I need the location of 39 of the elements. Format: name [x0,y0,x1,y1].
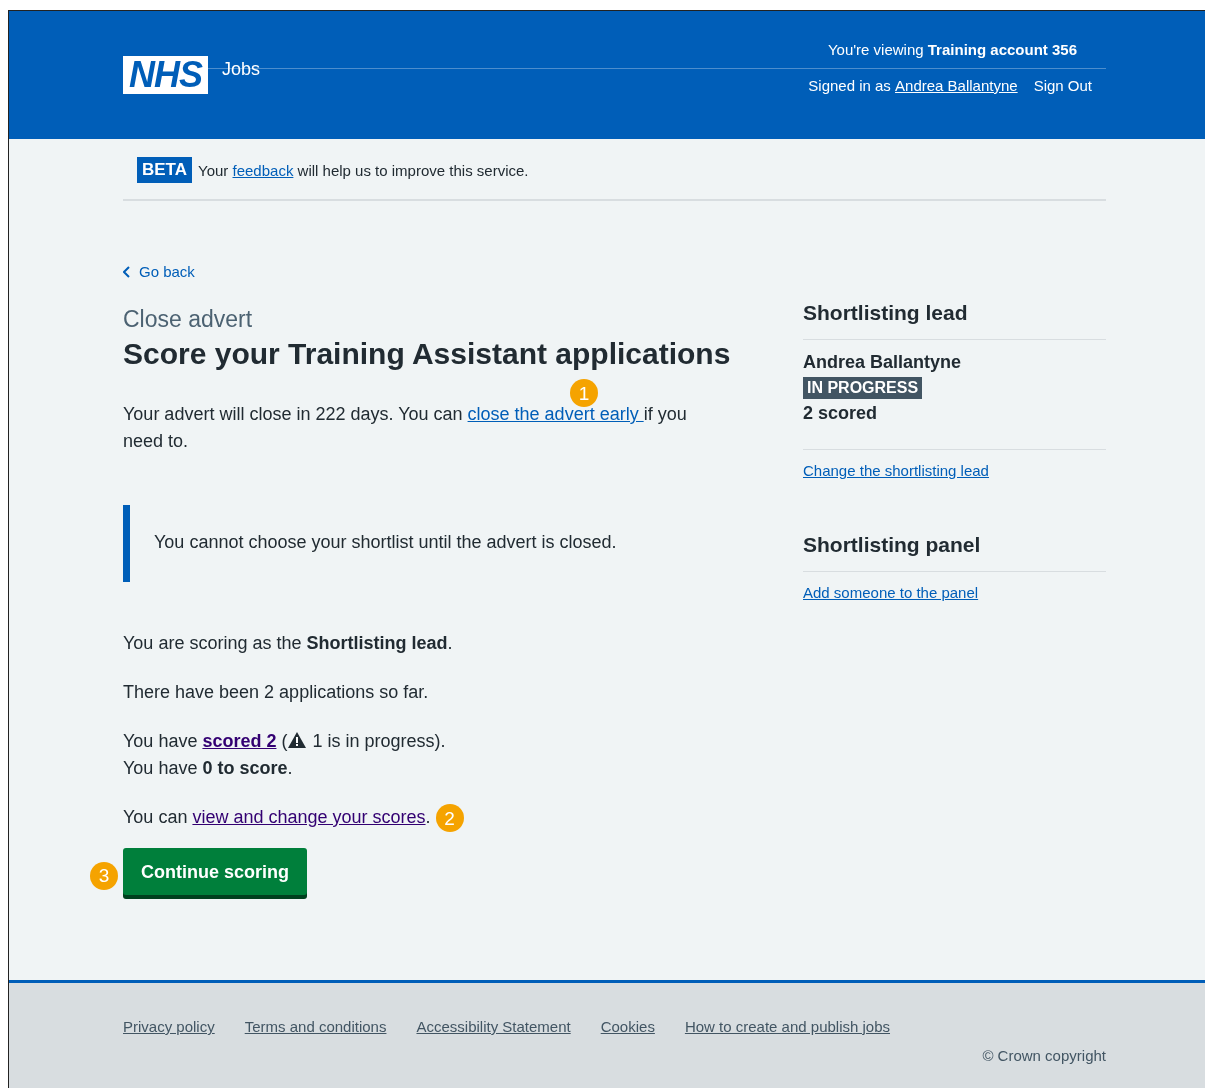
scored-link[interactable]: scored 2 [202,731,277,751]
shortlisting-lead-heading: Shortlisting lead [803,301,1106,340]
back-link[interactable]: Go back [123,263,195,280]
footer-link[interactable]: How to create and publish jobs [684,1018,890,1035]
beta-tag: BETA [137,157,192,183]
page-title: Score your Training Assistant applications [123,337,729,371]
footer-link[interactable]: Accessibility Statement [416,1018,571,1035]
applications-text: There have been 2 applications so far. [123,682,429,702]
warning-icon [287,731,308,749]
footer-link[interactable]: Privacy policy [123,1018,215,1035]
scored-count: 2 scored [803,403,879,424]
add-panel-member-link[interactable]: Add someone to the panel [803,584,979,601]
callout-badge: 1 [570,379,598,407]
page-caption: Close advert [123,306,254,333]
feedback-link[interactable]: feedback [232,161,294,179]
view-scores-link[interactable]: view and change your scores [192,807,426,827]
callout-badge: 3 [90,862,118,891]
role-text: You are scoring as the Shortlisting lead. [123,633,453,653]
signed-in-text: Signed in as [808,76,892,94]
shortlisting-panel-heading: Shortlisting panel [803,533,1106,572]
scores-text: You can view and change your scores. 2 [123,804,729,833]
close-advert-link[interactable]: close the advert early [467,404,644,424]
user-link[interactable]: Andrea Ballantyne [895,76,1018,94]
nhs-logo[interactable]: NHS [123,56,208,94]
footer-link[interactable]: Cookies [600,1018,655,1035]
copyright-text: © Crown copyright [982,1047,1106,1064]
scored-text: You have scored 2 ( 1 is in progress). You have 0 to score. [123,730,447,780]
viewing-account-text: You're viewing Training account 356 [827,41,1077,58]
lead-name: Andrea Ballantyne [803,352,963,373]
service-name: Jobs [222,58,261,80]
status-tag: IN PROGRESS [803,377,923,399]
footer-link[interactable]: Terms and conditions [244,1018,387,1035]
inset-text: You cannot choose your shortlist until the advert is closed. [123,505,729,582]
chevron-left-icon [123,265,131,278]
continue-scoring-button[interactable]: Continue scoring [123,848,307,896]
callout-badge: 2 [435,804,464,833]
change-lead-link[interactable]: Change the shortlisting lead [803,462,989,479]
beta-message: Your feedback will help us to improve this service. [198,161,529,179]
sign-out-link[interactable]: Sign Out [1033,76,1092,94]
